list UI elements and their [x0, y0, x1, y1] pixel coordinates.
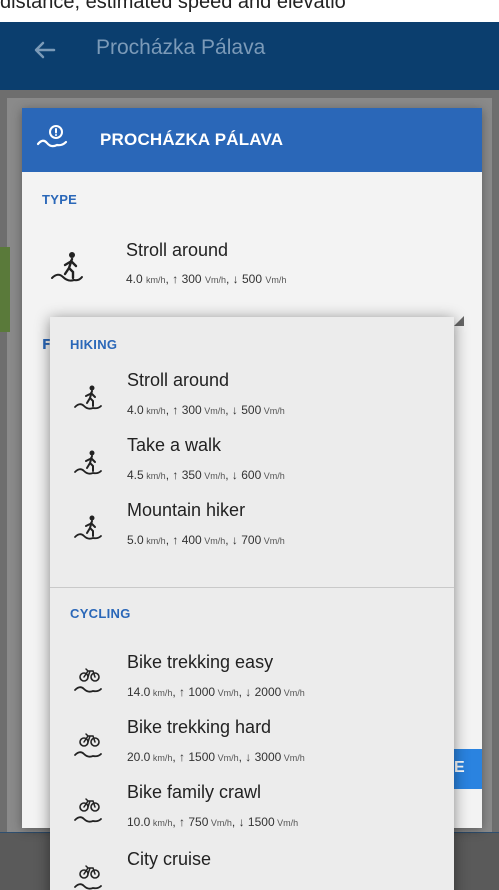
menu-item-stats: 5.0 km/h, ↑ 400 Vm/h, ↓ 700 Vm/h [127, 533, 285, 547]
menu-item-stats: 14.0 km/h, ↑ 1000 Vm/h, ↓ 2000 Vm/h [127, 685, 305, 699]
phone-screen: Procházka Pálava PROCHÁZKA PÁLAVA TYPE S… [0, 22, 499, 890]
menu-item-label: Bike trekking hard [127, 717, 272, 737]
vertical-unit: Vm/h [274, 818, 299, 828]
menu-item-mountain-hiker[interactable]: Mountain hiker 5.0 km/h, ↑ 400 Vm/h, ↓ 70… [50, 495, 454, 561]
type-dropdown-menu: HIKING CYCLING Stroll around 4.0 km/h, ↑ … [50, 317, 454, 890]
speed-value: 4.0 [127, 403, 144, 417]
menu-item-label: Bike trekking easy [127, 652, 274, 672]
caption-text-strip: distance, estimated speed and elevatio [0, 0, 499, 22]
downhill-value: 2000 [251, 685, 282, 699]
uphill-value: 300 [181, 272, 202, 286]
dialog-title: PROCHÁZKA PÁLAVA [100, 130, 284, 149]
menu-item-label: Stroll around [127, 370, 230, 390]
caption-text: distance, estimated speed and elevatio [0, 0, 346, 13]
menu-item-stroll-around[interactable]: Stroll around 4.0 km/h, ↑ 300 Vm/h, ↓ 500… [50, 365, 454, 431]
dropdown-triangle-icon[interactable] [454, 316, 464, 326]
downhill-value: 3000 [251, 750, 282, 764]
speed-value: 10.0 [127, 815, 151, 829]
uphill-value: 1000 [185, 685, 216, 699]
downhill-value: 700 [237, 533, 262, 547]
hiking-section-label: HIKING [70, 337, 118, 352]
selected-type-stats: 4.0 km/h, ↑ 300 Vm/h, ↓ 500 Vm/h [126, 272, 287, 286]
speed-value: 20.0 [127, 750, 151, 764]
vertical-unit: Vm/h [261, 406, 285, 416]
hiker-icon [74, 385, 102, 410]
menu-item-take-a-walk[interactable]: Take a walk 4.5 km/h, ↑ 350 Vm/h, ↓ 600 V… [50, 430, 454, 496]
vertical-unit: Vm/h [215, 753, 239, 763]
menu-item-label: Take a walk [127, 435, 222, 455]
menu-item-bike-trekking-easy[interactable]: Bike trekking easy 14.0 km/h, ↑ 1000 Vm/h… [50, 647, 454, 713]
cycling-section-label: CYCLING [70, 606, 131, 621]
speed-value: 4.5 [127, 468, 144, 482]
menu-item-city-cruise[interactable]: City cruise [50, 844, 454, 890]
menu-item-label: City cruise [127, 849, 212, 869]
menu-item-label: Bike family crawl [127, 782, 262, 802]
vertical-unit: Vm/h [261, 536, 285, 546]
arrow-left-icon[interactable] [30, 35, 60, 65]
uphill-value: 350 [178, 468, 202, 482]
menu-item-stats: 10.0 km/h, ↑ 750 Vm/h, ↓ 1500 Vm/h [127, 815, 299, 829]
type-section-label: TYPE [42, 192, 78, 207]
menu-item-label: Mountain hiker [127, 500, 246, 520]
app-bar-title: Procházka Pálava [96, 36, 266, 59]
menu-item-stats: 4.5 km/h, ↑ 350 Vm/h, ↓ 600 Vm/h [127, 468, 285, 482]
type-selector[interactable]: Stroll around 4.0 km/h, ↑ 300 Vm/h, ↓ 50… [48, 236, 468, 296]
vertical-unit: Vm/h [281, 688, 305, 698]
background-map-strip [0, 247, 10, 332]
uphill-value: 400 [178, 533, 202, 547]
bicycle-icon [74, 733, 102, 758]
hiker-icon [51, 252, 83, 282]
speed-value: 14.0 [127, 685, 151, 699]
vertical-unit: Vm/h [204, 275, 226, 285]
vertical-unit: Vm/h [201, 536, 226, 546]
speed-unit: km/h [143, 471, 166, 481]
speed-value: 4.0 [126, 272, 143, 286]
speed-unit: km/h [150, 688, 173, 698]
section-divider [50, 587, 454, 588]
menu-item-stats: 20.0 km/h, ↑ 1500 Vm/h, ↓ 3000 Vm/h [127, 750, 305, 764]
menu-item-bike-family-crawl[interactable]: Bike family crawl 10.0 km/h, ↑ 750 Vm/h, … [50, 777, 454, 843]
vertical-unit: Vm/h [265, 275, 287, 285]
vertical-unit: Vm/h [281, 753, 305, 763]
downhill-value: 500 [241, 272, 262, 286]
apply-button-label: E [454, 759, 465, 776]
hiker-icon [74, 450, 102, 475]
vertical-unit: Vm/h [201, 406, 226, 416]
speed-unit: km/h [143, 406, 166, 416]
route-profile-icon [36, 125, 68, 148]
vertical-unit: Vm/h [208, 818, 232, 828]
speed-unit: km/h [143, 536, 166, 546]
speed-unit: km/h [150, 753, 173, 763]
menu-item-stats: 4.0 km/h, ↑ 300 Vm/h, ↓ 500 Vm/h [127, 403, 285, 417]
hiker-icon [74, 515, 102, 540]
menu-item-bike-trekking-hard[interactable]: Bike trekking hard 20.0 km/h, ↑ 1500 Vm/h… [50, 712, 454, 778]
vertical-unit: Vm/h [215, 688, 239, 698]
uphill-value: 750 [185, 815, 209, 829]
up-arrow: ↑ [172, 272, 179, 286]
bicycle-icon [74, 798, 102, 823]
uphill-value: 300 [178, 403, 202, 417]
bicycle-icon [74, 668, 102, 693]
app-bar: Procházka Pálava [0, 22, 499, 90]
downhill-value: 600 [237, 468, 262, 482]
bicycle-icon [74, 865, 102, 890]
vertical-unit: Vm/h [261, 471, 285, 481]
dialog-header: PROCHÁZKA PÁLAVA [22, 108, 482, 172]
down-arrow: ↓ [232, 272, 239, 286]
speed-unit: km/h [150, 818, 173, 828]
speed-unit: km/h [146, 275, 166, 285]
vertical-unit: Vm/h [201, 471, 226, 481]
downhill-value: 1500 [244, 815, 275, 829]
speed-value: 5.0 [127, 533, 144, 547]
uphill-value: 1500 [185, 750, 216, 764]
selected-type-name: Stroll around [126, 240, 229, 260]
downhill-value: 500 [237, 403, 262, 417]
